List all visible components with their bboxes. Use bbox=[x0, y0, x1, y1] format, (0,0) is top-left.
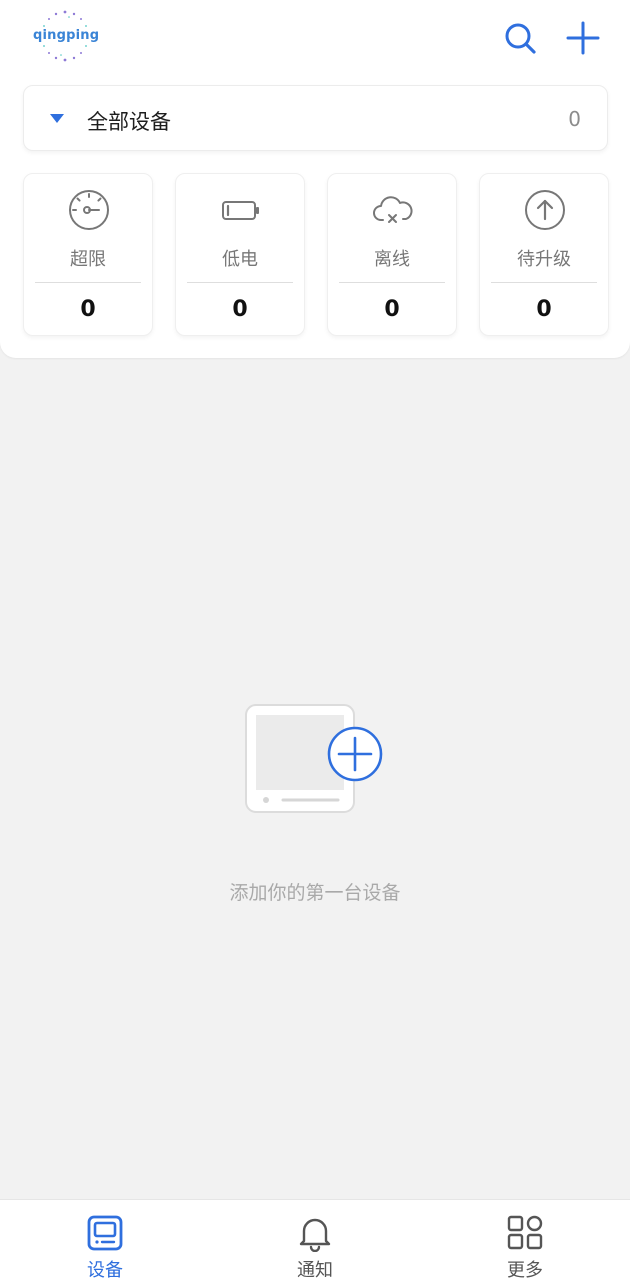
cloud-offline-icon bbox=[373, 196, 413, 223]
upgrade-icon bbox=[525, 190, 565, 230]
add-device-illustration[interactable] bbox=[240, 700, 390, 820]
bottom-nav: 设备 通知 更多 bbox=[0, 1199, 630, 1280]
device-group-label: 全部设备 bbox=[87, 110, 171, 134]
bell-icon bbox=[299, 1218, 331, 1252]
stat-card-offline[interactable]: 离线 0 bbox=[327, 173, 457, 336]
nav-label: 通知 bbox=[297, 1260, 333, 1280]
device-icon bbox=[87, 1215, 123, 1251]
stat-divider bbox=[187, 282, 293, 283]
top-panel: qingping 全部设备 0 超限 0 低电 0 离线 0 待升级 0 bbox=[0, 0, 630, 358]
stat-divider bbox=[491, 282, 597, 283]
device-group-count: 0 bbox=[568, 107, 581, 131]
nav-label: 更多 bbox=[507, 1260, 543, 1280]
stat-divider bbox=[339, 282, 445, 283]
caret-down-icon bbox=[50, 114, 64, 123]
nav-tab-devices[interactable]: 设备 bbox=[45, 1200, 165, 1280]
stat-value: 0 bbox=[384, 297, 400, 322]
stat-label: 离线 bbox=[374, 249, 410, 270]
search-icon bbox=[505, 23, 536, 54]
stat-card-pending-upgrade[interactable]: 待升级 0 bbox=[479, 173, 609, 336]
logo-text: qingping bbox=[33, 28, 100, 43]
stat-label: 超限 bbox=[70, 249, 106, 270]
nav-tab-more[interactable]: 更多 bbox=[465, 1200, 585, 1280]
stat-label: 待升级 bbox=[517, 249, 571, 270]
stat-value: 0 bbox=[536, 297, 552, 322]
search-button[interactable] bbox=[500, 18, 540, 58]
low-battery-icon bbox=[222, 201, 259, 220]
add-device-button[interactable] bbox=[563, 18, 603, 58]
stat-card-low-battery[interactable]: 低电 0 bbox=[175, 173, 305, 336]
nav-tab-notifications[interactable]: 通知 bbox=[255, 1200, 375, 1280]
stat-value: 0 bbox=[232, 297, 248, 322]
nav-label: 设备 bbox=[87, 1260, 123, 1280]
stat-card-over-limit[interactable]: 超限 0 bbox=[23, 173, 153, 336]
stat-label: 低电 bbox=[222, 249, 258, 270]
app-header: qingping bbox=[0, 0, 630, 78]
gauge-icon bbox=[69, 190, 109, 230]
plus-icon bbox=[566, 21, 600, 55]
device-group-selector[interactable]: 全部设备 0 bbox=[23, 85, 608, 151]
stat-value: 0 bbox=[80, 297, 96, 322]
grid-more-icon bbox=[507, 1215, 543, 1250]
stat-divider bbox=[35, 282, 141, 283]
qingping-logo: qingping bbox=[22, 8, 108, 66]
empty-state-text: 添加你的第一台设备 bbox=[229, 882, 401, 904]
